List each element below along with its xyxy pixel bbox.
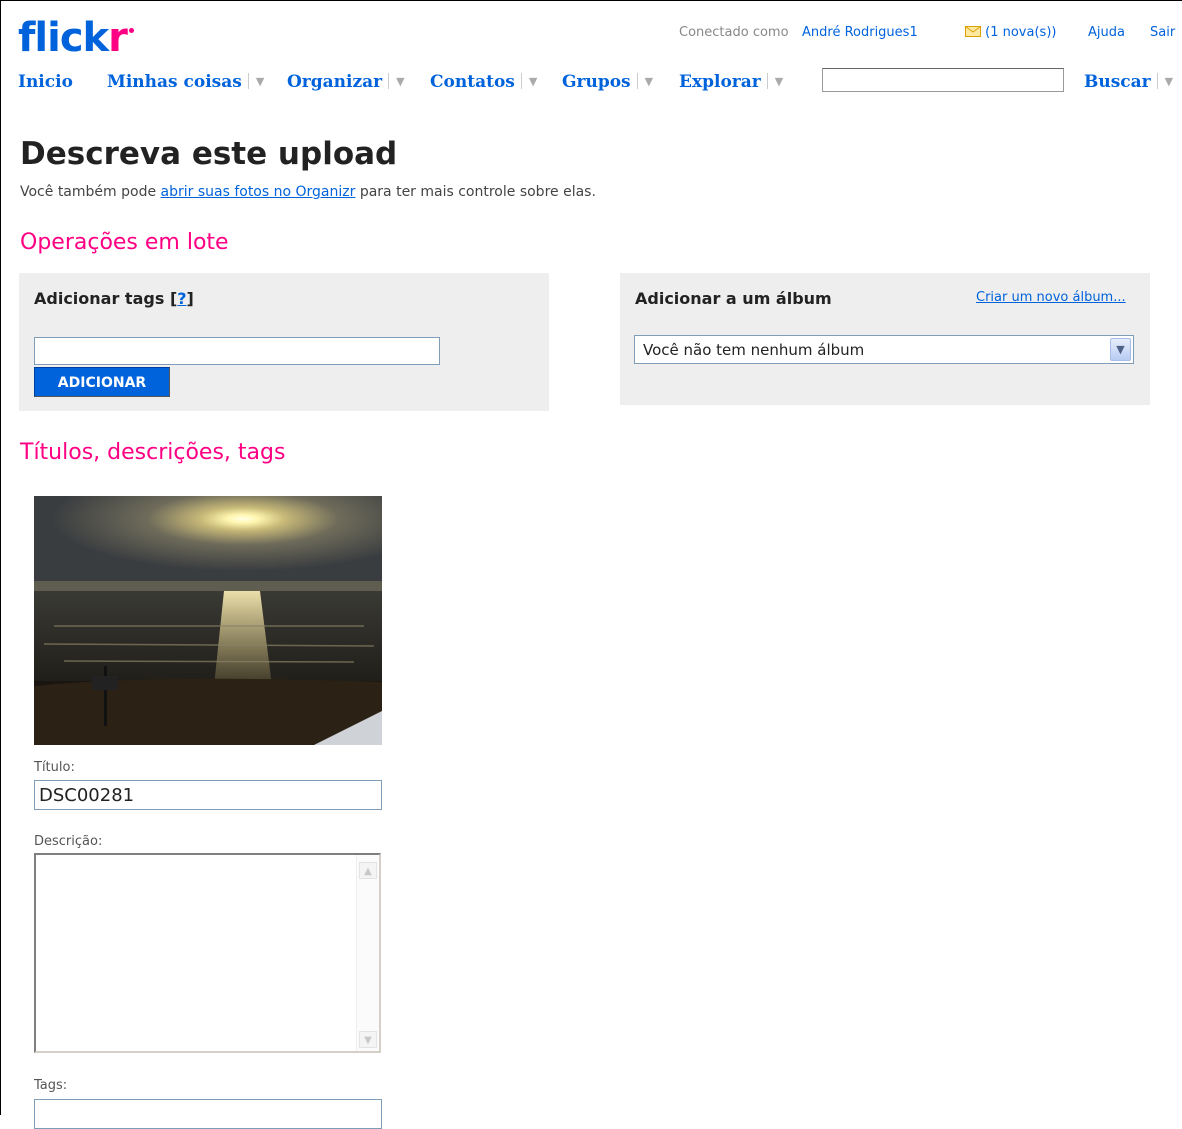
organizr-link[interactable]: abrir suas fotos no Organizr	[161, 184, 356, 200]
intro-text: Você também pode abrir suas fotos no Org…	[20, 184, 596, 200]
add-tags-button[interactable]: ADICIONAR	[34, 367, 170, 397]
tags-label: Tags:	[34, 1078, 68, 1093]
title-input[interactable]: DSC00281	[34, 780, 382, 810]
flickr-logo[interactable]: flickr	[18, 14, 134, 62]
add-tags-title-text: Adicionar tags	[34, 289, 165, 308]
nav-minhas-coisas[interactable]: Minhas coisas ▼	[107, 72, 264, 92]
logout-link[interactable]: Sair	[1150, 25, 1175, 40]
dropdown-arrow-icon[interactable]: ▼	[645, 75, 653, 88]
help-bracket-close: ]	[186, 289, 194, 308]
nav-separator	[766, 73, 768, 89]
nav-separator	[636, 73, 638, 89]
logo-text-pink: r	[108, 15, 128, 61]
connected-as-label: Conectado como	[679, 25, 789, 40]
details-heading: Títulos, descrições, tags	[20, 440, 286, 465]
scroll-down-icon[interactable]: ▼	[359, 1031, 377, 1048]
page-title: Descreva este upload	[20, 136, 398, 172]
dropdown-arrow-icon[interactable]: ▼	[529, 75, 537, 88]
window-border-left	[0, 0, 1, 1115]
description-textarea[interactable]: ▲ ▼	[34, 853, 381, 1053]
dropdown-arrow-icon[interactable]: ▼	[396, 75, 404, 88]
photo-thumbnail	[34, 496, 382, 745]
nav-contatos[interactable]: Contatos ▼	[430, 72, 537, 92]
description-label: Descrição:	[34, 834, 103, 849]
nav-separator	[247, 73, 249, 89]
tags-help-link[interactable]: ?	[177, 289, 186, 308]
create-album-link[interactable]: Criar um novo álbum...	[976, 290, 1126, 305]
scroll-up-icon[interactable]: ▲	[359, 862, 377, 879]
nav-inicio[interactable]: Inicio	[18, 72, 73, 92]
sunset-photo-image	[34, 496, 382, 745]
intro-text-end: para ter mais controle sobre elas.	[355, 184, 596, 200]
dropdown-arrow-icon[interactable]: ▼	[775, 75, 783, 88]
username-link[interactable]: André Rodrigues1	[802, 25, 918, 40]
help-link[interactable]: Ajuda	[1088, 25, 1125, 40]
search-input[interactable]	[822, 68, 1064, 92]
nav-grupos[interactable]: Grupos ▼	[562, 72, 653, 92]
dropdown-arrow-icon[interactable]: ▼	[256, 75, 264, 88]
messages-link[interactable]: (1 nova(s))	[965, 25, 1056, 40]
batch-operations-heading: Operações em lote	[20, 230, 229, 255]
album-select-value: Você não tem nenhum álbum	[643, 341, 865, 359]
dropdown-arrow-icon[interactable]: ▼	[1165, 75, 1173, 88]
mail-icon	[965, 26, 981, 37]
nav-organizar[interactable]: Organizar ▼	[287, 72, 405, 92]
nav-separator	[520, 73, 522, 89]
description-scrollbar[interactable]: ▲ ▼	[356, 855, 379, 1051]
title-input-value: DSC00281	[39, 785, 135, 806]
batch-tags-input[interactable]	[34, 337, 440, 365]
nav-separator	[1156, 73, 1158, 89]
window-border-top	[0, 0, 1182, 1]
select-chevron-icon[interactable]: ▼	[1110, 338, 1131, 361]
add-tags-title: Adicionar tags [?]	[34, 289, 194, 308]
tags-input[interactable]	[34, 1099, 382, 1129]
album-select[interactable]: Você não tem nenhum álbum ▼	[634, 335, 1134, 364]
nav-explorar[interactable]: Explorar ▼	[679, 72, 783, 92]
nav-separator	[388, 73, 390, 89]
title-label: Título:	[34, 760, 75, 775]
logo-text-blue: flick	[18, 15, 109, 61]
logo-dot	[128, 28, 134, 33]
add-to-album-title: Adicionar a um álbum	[635, 289, 832, 308]
search-button[interactable]: Buscar ▼	[1084, 72, 1173, 92]
intro-text-start: Você também pode	[20, 184, 161, 200]
